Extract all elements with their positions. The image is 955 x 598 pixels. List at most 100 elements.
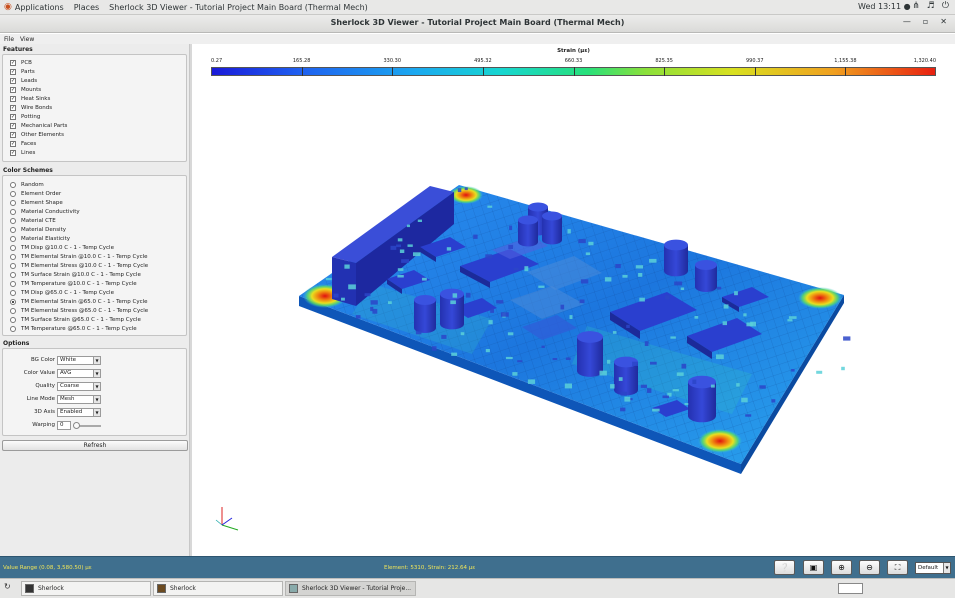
view-preset-select[interactable]: Default ▼ <box>915 562 951 574</box>
radio-button[interactable] <box>10 254 16 260</box>
bg-color-select[interactable]: White ▼ <box>57 356 101 365</box>
color-scheme-option[interactable]: TM Elemental Stress @65.0 C - 1 - Temp C… <box>10 307 148 315</box>
axis-3d-select[interactable]: Enabled ▼ <box>57 408 101 417</box>
feature-faces[interactable]: ✓ Faces <box>10 140 36 148</box>
network-icon[interactable]: ⋔ <box>912 1 920 11</box>
color-value-label: Color Value <box>23 370 55 376</box>
checkbox-checked-icon[interactable]: ✓ <box>10 150 16 156</box>
checkbox-checked-icon[interactable]: ✓ <box>10 105 16 111</box>
show-desktop-icon[interactable]: ↻ <box>4 582 11 591</box>
radio-button[interactable] <box>10 227 16 233</box>
smd-component <box>716 354 724 360</box>
color-scheme-option[interactable]: Material Conductivity <box>10 208 80 216</box>
checkbox-checked-icon[interactable]: ✓ <box>10 96 16 102</box>
screenshot-button[interactable]: ▣ <box>803 560 824 575</box>
maximize-icon[interactable]: ▫ <box>923 17 928 26</box>
places-menu[interactable]: Places <box>74 3 99 12</box>
color-scheme-option[interactable]: Element Shape <box>10 199 63 207</box>
feature-heat-sinks[interactable]: ✓ Heat Sinks <box>10 95 50 103</box>
applications-label: Applications <box>14 2 64 12</box>
radio-button[interactable] <box>10 245 16 251</box>
smd-component <box>710 384 715 388</box>
color-scheme-option[interactable]: TM Temperature @65.0 C - 1 - Temp Cycle <box>10 325 137 333</box>
checkbox-checked-icon[interactable]: ✓ <box>10 132 16 138</box>
color-scheme-option[interactable]: TM Elemental Strain @65.0 C - 1 - Temp C… <box>10 298 148 306</box>
radio-button[interactable] <box>10 272 16 278</box>
quality-select[interactable]: Coarse ▼ <box>57 382 101 391</box>
checkbox-checked-icon[interactable]: ✓ <box>10 141 16 147</box>
radio-button[interactable] <box>10 236 16 242</box>
applications-menu[interactable]: ◉ Applications <box>0 2 64 12</box>
smd-component <box>457 188 462 193</box>
radio-button[interactable] <box>10 218 16 224</box>
checkbox-checked-icon[interactable]: ✓ <box>10 114 16 120</box>
color-scheme-option[interactable]: TM Surface Strain @10.0 C - 1 - Temp Cyc… <box>10 271 141 279</box>
color-value-select[interactable]: AVG ▼ <box>57 369 101 378</box>
active-window-menu[interactable]: Sherlock 3D Viewer - Tutorial Project Ma… <box>109 3 368 12</box>
radio-button[interactable] <box>10 299 16 305</box>
close-icon[interactable]: ✕ <box>940 17 947 26</box>
taskbar-item-sherlock-1[interactable]: Sherlock <box>21 581 151 596</box>
feature-pcb[interactable]: ✓ PCB <box>10 59 32 67</box>
minimize-icon[interactable]: — <box>903 17 911 26</box>
color-scheme-option[interactable]: Material Elasticity <box>10 235 70 243</box>
color-scheme-option[interactable]: TM Disp @65.0 C - 1 - Temp Cycle <box>10 289 114 297</box>
feature-lines[interactable]: ✓ Lines <box>10 149 35 157</box>
volume-icon[interactable]: ♬ <box>927 1 935 11</box>
feature-parts[interactable]: ✓ Parts <box>10 68 35 76</box>
smd-component <box>644 341 649 346</box>
smd-component <box>415 330 422 335</box>
radio-button[interactable] <box>10 182 16 188</box>
line-mode-select[interactable]: Mesh ▼ <box>57 395 101 404</box>
taskbar-item-sherlock-2[interactable]: Sherlock <box>153 581 283 596</box>
color-scheme-option[interactable]: Random <box>10 181 44 189</box>
smd-component <box>396 244 401 248</box>
radio-button[interactable] <box>10 200 16 206</box>
feature-wire-bonds[interactable]: ✓ Wire Bonds <box>10 104 52 112</box>
warping-input[interactable]: 0 <box>57 421 71 430</box>
smd-component <box>681 363 687 369</box>
color-scheme-option[interactable]: TM Disp @10.0 C - 1 - Temp Cycle <box>10 244 114 252</box>
feature-other-elements[interactable]: ✓ Other Elements <box>10 131 64 139</box>
power-icon[interactable]: ⏻ <box>942 1 949 11</box>
feature-potting[interactable]: ✓ Potting <box>10 113 40 121</box>
feature-leads[interactable]: ✓ Leads <box>10 77 37 85</box>
checkbox-checked-icon[interactable]: ✓ <box>10 78 16 84</box>
zoom-in-button[interactable]: ⊕ <box>831 560 852 575</box>
radio-button[interactable] <box>10 209 16 215</box>
feature-mechanical-parts[interactable]: ✓ Mechanical Parts <box>10 122 67 130</box>
color-scheme-option[interactable]: TM Surface Strain @65.0 C - 1 - Temp Cyc… <box>10 316 141 324</box>
color-scheme-option[interactable]: Material Density <box>10 226 66 234</box>
checkbox-checked-icon[interactable]: ✓ <box>10 87 16 93</box>
smd-component <box>452 293 458 298</box>
feature-mounts[interactable]: ✓ Mounts <box>10 86 41 94</box>
radio-button[interactable] <box>10 281 16 287</box>
color-scheme-option[interactable]: TM Temperature @10.0 C - 1 - Temp Cycle <box>10 280 137 288</box>
refresh-button[interactable]: Refresh <box>2 440 188 451</box>
radio-button[interactable] <box>10 191 16 197</box>
menu-file[interactable]: File <box>4 36 14 43</box>
radio-button[interactable] <box>10 326 16 332</box>
checkbox-checked-icon[interactable]: ✓ <box>10 69 16 75</box>
color-scheme-option[interactable]: TM Elemental Stress @10.0 C - 1 - Temp C… <box>10 262 148 270</box>
color-scheme-option[interactable]: Material CTE <box>10 217 56 225</box>
workspace-switcher[interactable] <box>838 583 863 594</box>
pcb-3d-model[interactable] <box>192 44 955 556</box>
checkbox-checked-icon[interactable]: ✓ <box>10 123 16 129</box>
menu-view[interactable]: View <box>20 36 34 43</box>
taskbar-item-3d-viewer[interactable]: Sherlock 3D Viewer - Tutorial Proje... <box>285 581 416 596</box>
clock[interactable]: Wed 13:11 ● <box>858 2 911 11</box>
3d-viewport[interactable]: Strain (µε) 0.27 165.28 330.30 495.32 660.33… <box>192 44 955 556</box>
radio-button[interactable] <box>10 263 16 269</box>
radio-button[interactable] <box>10 308 16 314</box>
zoom-fit-button[interactable]: ⛶ <box>887 560 908 575</box>
warping-slider-handle[interactable] <box>73 422 80 429</box>
radio-button[interactable] <box>10 317 16 323</box>
color-scheme-option[interactable]: TM Elemental Strain @10.0 C - 1 - Temp C… <box>10 253 148 261</box>
help-button[interactable]: ❔ <box>774 560 795 575</box>
radio-button[interactable] <box>10 290 16 296</box>
zoom-out-button[interactable]: ⊖ <box>859 560 880 575</box>
checkbox-checked-icon[interactable]: ✓ <box>10 60 16 66</box>
color-scheme-option[interactable]: Element Order <box>10 190 61 198</box>
smd-component <box>680 287 685 290</box>
